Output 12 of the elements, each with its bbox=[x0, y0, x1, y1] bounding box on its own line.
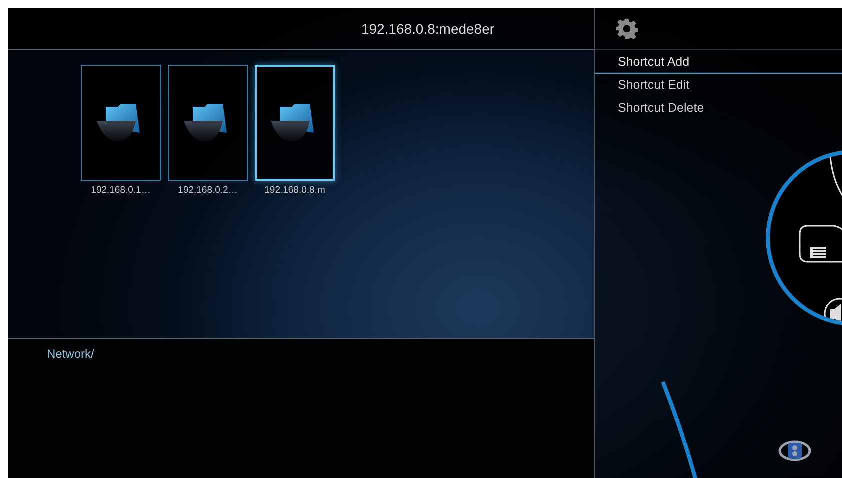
film-reel-icon[interactable] bbox=[778, 440, 812, 462]
folder-name: 192.168.0.1… bbox=[91, 185, 151, 196]
folder-name: 192.168.0.8.m bbox=[264, 185, 326, 196]
menu-item[interactable]: Shortcut Delete bbox=[595, 97, 842, 120]
settings-icon[interactable] bbox=[616, 18, 638, 40]
window-title: 192.168.0.8:mede8er bbox=[361, 20, 495, 36]
folder-tile[interactable] bbox=[168, 65, 248, 181]
folder-tile[interactable] bbox=[255, 65, 335, 181]
menu-item[interactable]: Shortcut Edit bbox=[595, 74, 842, 97]
folder-tile[interactable] bbox=[81, 65, 161, 181]
current-path: Network/ bbox=[47, 347, 94, 361]
folder-name: 192.168.0.2… bbox=[178, 185, 238, 196]
